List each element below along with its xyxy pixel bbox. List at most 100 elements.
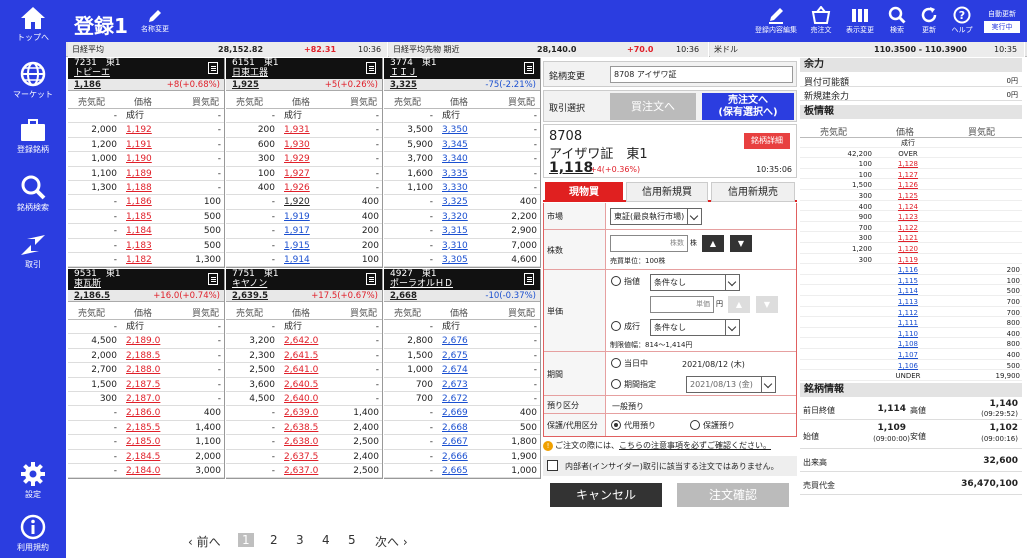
sell-order-select-button[interactable]: 売注文へ (保有選択へ) xyxy=(702,93,794,120)
board-price[interactable]: 1,127 xyxy=(884,171,932,179)
quote-price[interactable]: 2,638.5 xyxy=(284,421,318,435)
tab-cash-buy[interactable]: 現物買 xyxy=(545,182,623,202)
quote-price[interactable]: 3,330 xyxy=(442,181,468,195)
quote-price[interactable]: 2,672 xyxy=(442,392,468,406)
board-price[interactable]: 1,108 xyxy=(884,340,932,348)
period-date-select[interactable]: 2021/08/13 (金) xyxy=(686,376,776,393)
memo-icon[interactable] xyxy=(366,273,376,285)
board-price[interactable]: 1,125 xyxy=(884,192,932,200)
quote-price[interactable]: 2,184.5 xyxy=(126,450,160,464)
board-price[interactable]: 1,121 xyxy=(884,234,932,242)
panel-price[interactable]: 1,925 xyxy=(232,80,259,90)
quote-price[interactable]: 1,931 xyxy=(284,123,310,137)
quote-price[interactable]: 1,191 xyxy=(126,138,152,152)
nav-settings[interactable]: 設定 xyxy=(0,461,66,500)
board-price[interactable]: 1,106 xyxy=(884,362,932,370)
quote-price[interactable]: 1,929 xyxy=(284,152,310,166)
price-input[interactable]: 単価 xyxy=(650,296,714,313)
quote-price[interactable]: 2,676 xyxy=(442,334,468,348)
quote-price[interactable]: 成行 xyxy=(284,109,302,123)
board-price[interactable]: 1,123 xyxy=(884,213,932,221)
quote-price[interactable]: 成行 xyxy=(442,109,460,123)
quote-price[interactable]: 2,642.0 xyxy=(284,334,318,348)
nav-top[interactable]: トップへ xyxy=(0,6,66,43)
quantity-up-button[interactable]: ▲ xyxy=(702,235,724,252)
board-price[interactable]: 1,115 xyxy=(884,277,932,285)
help-button[interactable]: ? ヘルプ xyxy=(948,6,976,35)
quantity-down-button[interactable]: ▼ xyxy=(730,235,752,252)
panel-price[interactable]: 2,186.5 xyxy=(74,291,110,301)
quote-price[interactable]: 3,340 xyxy=(442,152,468,166)
board-price[interactable]: 1,128 xyxy=(884,160,932,168)
quote-price[interactable]: 2,673 xyxy=(442,378,468,392)
pager-page-5[interactable]: 5 xyxy=(348,533,356,547)
memo-icon[interactable] xyxy=(524,62,534,74)
quote-price[interactable]: 2,188.0 xyxy=(126,363,160,377)
quote-price[interactable]: 1,192 xyxy=(126,123,152,137)
quote-price[interactable]: 成行 xyxy=(126,320,144,334)
quote-price[interactable]: 2,668 xyxy=(442,421,468,435)
nav-search[interactable]: 銘柄検索 xyxy=(0,174,66,213)
board-price[interactable]: 1,107 xyxy=(884,351,932,359)
quote-price[interactable]: 2,187.5 xyxy=(126,378,160,392)
quote-price[interactable]: 2,638.0 xyxy=(284,435,318,449)
quote-price[interactable]: 2,669 xyxy=(442,406,468,420)
quote-price[interactable]: 1,915 xyxy=(284,239,310,253)
quote-price[interactable]: 2,637.5 xyxy=(284,450,318,464)
quote-price[interactable]: 1,917 xyxy=(284,224,310,238)
period-spec-radio[interactable]: 期間指定 xyxy=(611,379,656,390)
quote-price[interactable]: 3,350 xyxy=(442,123,468,137)
pager-prev[interactable]: ‹ 前へ xyxy=(188,533,221,550)
panel-name[interactable]: ポーラオルＨＤ xyxy=(390,279,453,289)
panel-price[interactable]: 2,639.5 xyxy=(232,291,268,301)
display-change-button[interactable]: 表示変更 xyxy=(844,6,876,35)
notice-link[interactable]: こちらの注意事項を必ずご確認ください。 xyxy=(619,441,771,450)
panel-name[interactable]: 東瓦斯 xyxy=(74,279,101,289)
sell-order-button[interactable]: 売注文 xyxy=(806,6,836,35)
protect-radio[interactable]: 保護預り xyxy=(690,420,735,431)
board-price[interactable]: 1,124 xyxy=(884,203,932,211)
panel-name[interactable]: 日東工器 xyxy=(232,68,268,78)
ticker-usd[interactable]: 米ドル 110.3500 - 110.3900 10:35 xyxy=(710,42,1025,57)
board-price[interactable]: 1,116 xyxy=(884,266,932,274)
quote-price[interactable]: 2,665 xyxy=(442,464,468,478)
quote-price[interactable]: 3,315 xyxy=(442,224,468,238)
quote-price[interactable]: 3,335 xyxy=(442,167,468,181)
quote-price[interactable]: 2,187.0 xyxy=(126,392,160,406)
confirm-order-button[interactable]: 注文確認 xyxy=(677,483,789,507)
memo-icon[interactable] xyxy=(366,62,376,74)
memo-icon[interactable] xyxy=(208,62,218,74)
today-radio[interactable]: 当日中 xyxy=(611,358,648,369)
quote-price[interactable]: 2,639.0 xyxy=(284,406,318,420)
market-order-radio[interactable]: 成行 xyxy=(611,321,640,332)
quote-price[interactable]: 2,641.5 xyxy=(284,349,318,363)
quote-price[interactable]: 2,188.5 xyxy=(126,349,160,363)
quote-price[interactable]: 1,182 xyxy=(126,253,152,267)
quote-price[interactable]: 2,667 xyxy=(442,435,468,449)
memo-icon[interactable] xyxy=(208,273,218,285)
pager-page-3[interactable]: 3 xyxy=(296,533,304,547)
pager-next[interactable]: 次へ › xyxy=(375,533,408,550)
board-price[interactable]: 1,119 xyxy=(884,256,932,264)
pager-page-1[interactable]: 1 xyxy=(238,533,254,547)
nav-market[interactable]: マーケット xyxy=(0,61,66,100)
quote-price[interactable]: 1,188 xyxy=(126,181,152,195)
quote-price[interactable]: 成行 xyxy=(126,109,144,123)
nav-terms[interactable]: 利用規約 xyxy=(0,514,66,553)
board-price[interactable]: 1,114 xyxy=(884,287,932,295)
panel-price[interactable]: 3,325 xyxy=(390,80,417,90)
stock-price[interactable]: 1,118 xyxy=(549,160,593,176)
rename-button[interactable]: 名称変更 xyxy=(138,8,172,34)
quote-price[interactable]: 2,189.0 xyxy=(126,334,160,348)
quote-price[interactable]: 2,640.5 xyxy=(284,378,318,392)
price-down-button[interactable]: ▼ xyxy=(756,296,778,313)
board-price[interactable]: 1,111 xyxy=(884,319,932,327)
quote-price[interactable]: 2,637.0 xyxy=(284,464,318,478)
market-condition-select[interactable]: 条件なし xyxy=(650,319,740,336)
quote-price[interactable]: 成行 xyxy=(442,320,460,334)
substitute-radio[interactable]: 代用預り xyxy=(611,420,656,431)
panel-price[interactable]: 2,668 xyxy=(390,291,417,301)
quote-price[interactable]: 1,189 xyxy=(126,167,152,181)
quote-price[interactable]: 1,186 xyxy=(126,195,152,209)
panel-name[interactable]: キヤノン xyxy=(232,279,267,289)
